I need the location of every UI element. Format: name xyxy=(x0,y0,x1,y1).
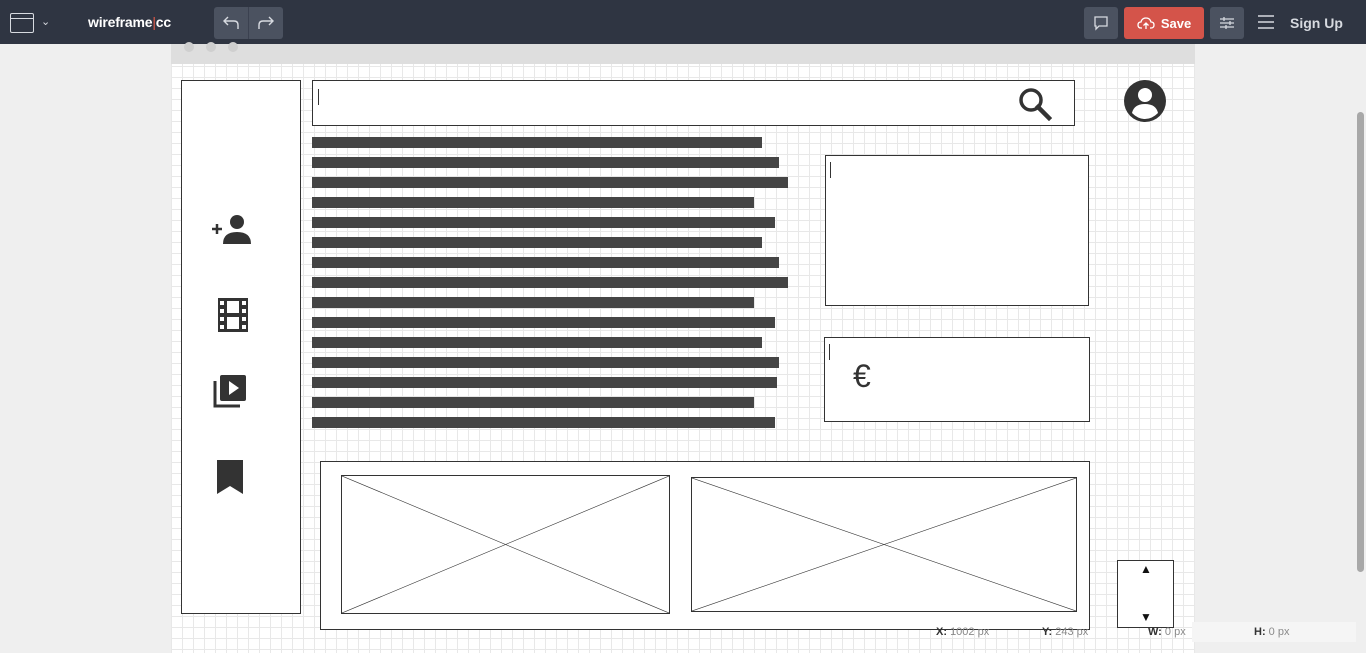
text-line xyxy=(312,157,779,168)
window-dot xyxy=(206,42,216,52)
app-logo[interactable]: wireframe|cc xyxy=(88,14,171,30)
text-line xyxy=(312,277,788,288)
text-caret xyxy=(829,344,830,360)
cloud-upload-icon xyxy=(1137,17,1155,29)
settings-sliders-icon xyxy=(1220,17,1234,29)
save-button[interactable]: Save xyxy=(1124,7,1204,39)
text-line xyxy=(312,337,762,348)
redo-icon xyxy=(257,16,274,29)
text-line xyxy=(312,137,762,148)
account-circle-icon[interactable] xyxy=(1122,78,1168,124)
vertical-stepper[interactable]: ▲ ▼ xyxy=(1117,560,1174,628)
text-line xyxy=(312,317,775,328)
image-gallery[interactable] xyxy=(320,461,1090,630)
text-caret xyxy=(318,89,319,105)
text-line xyxy=(312,237,762,248)
window-menu-button[interactable]: ⌄ xyxy=(8,11,56,35)
hamburger-menu-button[interactable] xyxy=(1256,14,1278,32)
scrollbar-thumb[interactable] xyxy=(1357,112,1364,572)
text-line xyxy=(312,397,754,408)
status-bar: X: 1002 px Y: 243 px W: 0 px H: 0 px xyxy=(928,622,1356,642)
stepper-up-arrow[interactable]: ▲ xyxy=(1140,562,1152,576)
chevron-down-icon: ⌄ xyxy=(41,16,51,28)
text-line xyxy=(312,217,775,228)
vertical-scrollbar[interactable] xyxy=(1356,44,1366,653)
image-placeholder-icon xyxy=(342,476,669,613)
search-input[interactable] xyxy=(312,80,1075,126)
film-icon[interactable] xyxy=(217,297,249,333)
text-line xyxy=(312,197,754,208)
image-placeholder[interactable] xyxy=(691,477,1077,612)
search-icon[interactable] xyxy=(1018,87,1052,121)
text-line xyxy=(312,257,779,268)
settings-button[interactable] xyxy=(1210,7,1244,39)
undo-button[interactable] xyxy=(214,7,248,39)
image-placeholder[interactable] xyxy=(341,475,670,614)
window-dot xyxy=(184,42,194,52)
top-toolbar: ⌄ wireframe|cc Save Sign Up xyxy=(0,0,1366,44)
window-dot xyxy=(228,42,238,52)
redo-button[interactable] xyxy=(248,7,282,39)
comment-button[interactable] xyxy=(1084,7,1118,39)
textarea-field[interactable] xyxy=(825,155,1089,306)
text-line xyxy=(312,357,779,368)
text-line xyxy=(312,177,788,188)
hamburger-menu-icon xyxy=(1258,15,1274,29)
currency-input[interactable]: € xyxy=(824,337,1090,422)
comment-icon xyxy=(1094,16,1108,31)
text-line xyxy=(312,297,754,308)
status-y: Y: 243 px xyxy=(1042,626,1089,638)
wireframe-canvas[interactable]: € ▲ ▼ xyxy=(171,42,1195,653)
text-line xyxy=(312,417,775,428)
window-icon xyxy=(10,13,34,33)
sidebar-panel[interactable] xyxy=(181,80,301,614)
add-user-icon[interactable] xyxy=(210,212,254,246)
history-group xyxy=(214,7,283,39)
text-caret xyxy=(830,162,831,178)
undo-icon xyxy=(223,16,239,29)
sign-up-link[interactable]: Sign Up xyxy=(1290,15,1343,31)
euro-symbol: € xyxy=(853,358,871,394)
status-width: W: 0 px xyxy=(1148,626,1186,638)
text-line xyxy=(312,377,777,388)
video-library-icon[interactable] xyxy=(212,373,248,409)
browser-chrome-strip xyxy=(171,42,1195,64)
image-placeholder-icon xyxy=(692,478,1076,611)
status-height: H: 0 px xyxy=(1254,626,1290,638)
status-x: X: 1002 px xyxy=(936,626,990,638)
bookmark-icon[interactable] xyxy=(215,459,245,495)
